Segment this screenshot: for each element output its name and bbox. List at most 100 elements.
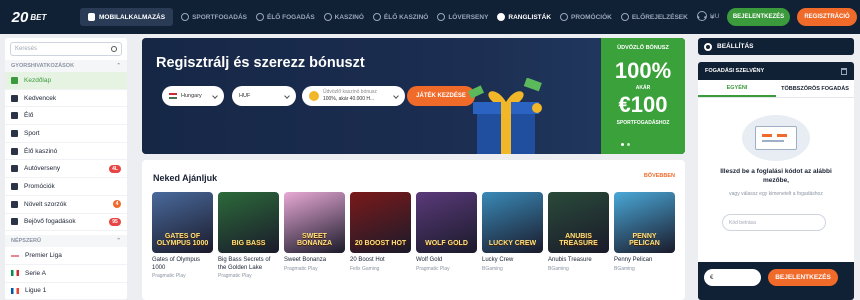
nav-link[interactable]: ELŐREJELZÉSEK xyxy=(620,13,688,21)
currency-select[interactable]: HUF xyxy=(232,86,296,106)
game-thumbnail[interactable]: WOLF GOLD xyxy=(416,192,477,253)
nav-link[interactable]: PROMÓCIÓK xyxy=(560,13,612,21)
sidebar-item[interactable]: Promóciók xyxy=(5,178,127,196)
nav-icon xyxy=(620,13,629,21)
login-label: BEJELENTKEZÉS xyxy=(732,14,785,20)
carousel-dot[interactable] xyxy=(627,143,630,146)
game-card[interactable]: LUCKY CREW Lucky Crew BGaming xyxy=(482,192,543,272)
promo-amount: €100 xyxy=(618,92,668,117)
flag-icon xyxy=(11,270,19,277)
game-card[interactable]: SWEET BONANZA Sweet Bonanza Pragmatic Play xyxy=(284,192,345,272)
game-thumbnail-title: SWEET BONANZA xyxy=(297,233,332,247)
nav-link[interactable]: RANGLISTÁK xyxy=(497,13,551,21)
game-card[interactable]: GATES OF OLYMPUS 1000 Gates of Olympus 10… xyxy=(152,192,213,279)
see-more-link[interactable]: BŐVEBBEN xyxy=(644,173,675,179)
quick-links-title: GYORSHIVATKOZÁSOK xyxy=(11,63,75,69)
nav-link[interactable]: LÓVERSENY xyxy=(437,13,488,21)
game-thumbnail[interactable]: SWEET BONANZA xyxy=(284,192,345,253)
boost-icon xyxy=(11,200,18,208)
sidebar-item[interactable]: Autóverseny 4L xyxy=(5,160,127,179)
game-card[interactable]: PENNY PELICAN Penny Pelican BGaming xyxy=(614,192,675,272)
tab-single[interactable]: EGYÉNI xyxy=(698,80,776,97)
register-button[interactable]: REGISZTRÁCIÓ xyxy=(797,8,857,26)
nav-link[interactable]: ÉLŐ KASZINÓ xyxy=(372,13,428,21)
sidebar-item[interactable]: Sport xyxy=(5,125,127,143)
slip-login-button[interactable]: BEJELENTKEZÉS xyxy=(768,269,838,286)
logo-word: BET xyxy=(30,12,47,22)
nav-icon xyxy=(372,13,381,21)
booking-code-input[interactable]: Kód beírása xyxy=(722,214,826,231)
nav-link-label: RANGLISTÁK xyxy=(508,13,552,21)
chevron-down-icon xyxy=(393,93,399,99)
register-label: REGISZTRÁCIÓ xyxy=(804,14,850,20)
language-selector[interactable]: HU xyxy=(697,11,719,21)
stake-input[interactable]: € xyxy=(704,269,761,286)
search-input[interactable]: Keresés xyxy=(15,46,37,52)
brand-logo[interactable]: 20 BET xyxy=(0,0,58,34)
tab-multiple[interactable]: TÖBBSZÖRÖS FOGADÁS xyxy=(776,80,854,97)
game-thumbnail[interactable]: PENNY PELICAN xyxy=(614,192,675,253)
game-name[interactable]: Gates of Olympus 1000 xyxy=(152,257,213,272)
bet-slip-footer: € BEJELENTKEZÉS xyxy=(698,262,854,300)
sidebar-item[interactable]: Premier Liga xyxy=(5,247,127,265)
sidebar-search[interactable]: Keresés xyxy=(10,42,122,56)
game-name[interactable]: Anubis Treasure xyxy=(548,257,609,265)
game-thumbnail[interactable]: BIG BASS xyxy=(218,192,279,253)
sidebar-item[interactable]: Serie A xyxy=(5,265,127,283)
search-icon[interactable] xyxy=(111,46,117,52)
game-name[interactable]: Big Bass Secrets of the Golden Lake xyxy=(218,257,279,272)
chevron-down-icon xyxy=(284,93,290,99)
promo-panel[interactable]: ÜDVÖZLŐ BÓNUSZ 100% AKÁR €100 SPORTFOGAD… xyxy=(601,38,685,154)
nav-link[interactable]: SPORTFOGADÁS xyxy=(181,13,247,21)
game-name[interactable]: Penny Pelican xyxy=(614,257,675,265)
nav-link-label: ÉLŐ FOGADÁS xyxy=(266,13,315,21)
car-icon xyxy=(11,165,18,173)
clock-icon xyxy=(11,218,18,226)
game-name[interactable]: 20 Boost Hot xyxy=(350,257,411,265)
login-button[interactable]: BEJELENTKEZÉS xyxy=(727,8,790,26)
sidebar-item[interactable]: Élő kaszinó xyxy=(5,143,127,161)
count-badge: 4L xyxy=(109,164,121,173)
sidebar-item[interactable]: Élő xyxy=(5,107,127,126)
bonus-text: Üdvözlő kaszinó bónusz 100%, akár 40.000… xyxy=(323,89,377,103)
gift-icon xyxy=(11,182,18,190)
country-select[interactable]: Hungary xyxy=(162,86,224,106)
game-name[interactable]: Sweet Bonanza xyxy=(284,257,345,265)
sidebar-item[interactable]: Bejövő fogadások 95 xyxy=(5,214,127,232)
game-name[interactable]: Lucky Crew xyxy=(482,257,543,265)
bonus-select[interactable]: Üdvözlő kaszinó bónusz 100%, akár 40.000… xyxy=(302,86,405,106)
mobile-app-button[interactable]: MOBILALKALMAZÁS xyxy=(80,8,174,26)
game-thumbnail[interactable]: GATES OF OLYMPUS 1000 xyxy=(152,192,213,253)
settings-bar[interactable]: BEÁLLÍTÁS xyxy=(698,38,854,55)
sidebar-item[interactable]: Növelt szorzók 4 xyxy=(5,196,127,214)
nav-icon xyxy=(560,13,569,21)
sidebar-item[interactable]: Kedvencek xyxy=(5,90,127,108)
game-name[interactable]: Wolf Gold xyxy=(416,257,477,265)
game-provider: BGaming xyxy=(548,265,569,272)
game-provider: Pragmatic Play xyxy=(284,265,318,272)
game-card[interactable]: ANUBIS TREASURE Anubis Treasure BGaming xyxy=(548,192,609,272)
recommended-section: Neked Ajánljuk BŐVEBBEN GATES OF OLYMPUS… xyxy=(142,160,685,300)
sidebar-item-label: Autóverseny xyxy=(24,165,61,173)
nav-link[interactable]: KASZINÓ xyxy=(323,13,364,21)
game-thumbnail[interactable]: ANUBIS TREASURE xyxy=(548,192,609,253)
trash-icon[interactable] xyxy=(841,67,847,75)
game-card[interactable]: BIG BASS Big Bass Secrets of the Golden L… xyxy=(218,192,279,279)
gear-icon xyxy=(704,42,712,51)
ball-icon xyxy=(11,129,18,137)
nav-link[interactable]: ÉLŐ FOGADÁS xyxy=(255,13,315,21)
game-thumbnail-title: PENNY PELICAN xyxy=(629,233,660,247)
sidebar-item[interactable]: Kezdőlap xyxy=(5,72,127,90)
quick-links-header[interactable]: GYORSHIVATKOZÁSOK ⌃ xyxy=(5,60,127,72)
game-provider: BGaming xyxy=(482,265,503,272)
sidebar-item[interactable]: Ligue 1 xyxy=(5,283,127,300)
game-thumbnail[interactable]: LUCKY CREW xyxy=(482,192,543,253)
carousel-dot[interactable] xyxy=(621,143,624,146)
promo-banner: Regisztrálj és szerezz bónuszt Hungary H… xyxy=(142,38,685,154)
start-game-button[interactable]: JÁTÉK KEZDÉSE xyxy=(407,86,475,106)
game-card[interactable]: WOLF GOLD Wolf Gold Pragmatic Play xyxy=(416,192,477,272)
game-thumbnail-title: WOLF GOLD xyxy=(425,240,468,247)
popular-header[interactable]: NÉPSZERŰ ⌃ xyxy=(5,235,127,248)
game-thumbnail[interactable]: 20 BOOST HOT xyxy=(350,192,411,253)
game-card[interactable]: 20 BOOST HOT 20 Boost Hot Felix Gaming xyxy=(350,192,411,272)
